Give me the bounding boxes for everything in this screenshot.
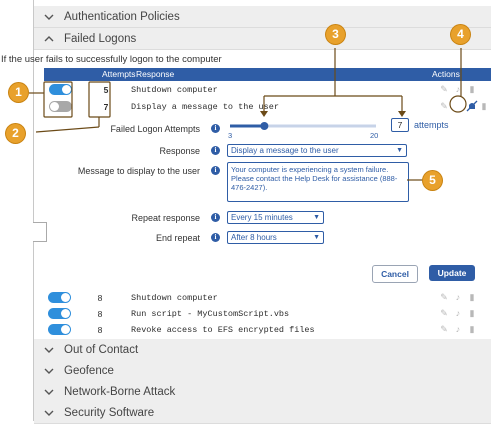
callout-badge: 1 bbox=[9, 83, 28, 102]
callout-badge: 3 bbox=[326, 25, 345, 44]
callout-badge: 2 bbox=[6, 124, 25, 143]
callout-badge: 4 bbox=[451, 25, 470, 44]
callout-lines bbox=[29, 48, 467, 181]
callout-badge: 5 bbox=[423, 171, 442, 190]
